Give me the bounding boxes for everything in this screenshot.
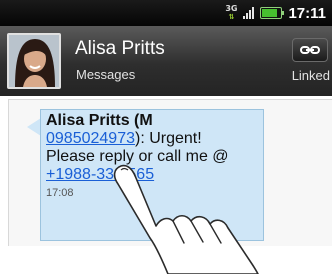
message-sender: Alisa Pritts (M [46,112,153,129]
message-text-part: ): Urgent! [134,130,202,147]
status-icons: 3G ⇅ 17:11 [225,0,332,26]
message-body: Alisa Pritts (M 0985024973): Urgent! Ple… [46,112,257,184]
message-bubble[interactable]: Alisa Pritts (M 0985024973): Urgent! Ple… [40,109,264,241]
header-subtitle: Messages [76,67,136,82]
bubble-tail [27,118,41,136]
contact-name: Alisa Pritts [75,38,165,59]
link-button[interactable] [292,38,328,62]
battery-icon [260,7,285,19]
status-bar: 3G ⇅ 17:11 [0,0,332,26]
avatar-image [9,35,59,87]
status-time: 17:11 [288,4,326,22]
callback-number-link[interactable]: +1988-33 5565 [46,166,154,183]
message-text-line: Please reply or call me @ [46,148,229,165]
conversation-header: Alisa Pritts Messages Linked [0,26,332,96]
network-3g-icon: 3G ⇅ [225,4,238,22]
data-arrows-icon: ⇅ [228,13,235,21]
network-label: 3G [225,4,238,13]
sender-phone-link[interactable]: 0985024973 [46,130,135,147]
message-timestamp: 17:08 [46,187,74,199]
signal-strength-icon [243,7,255,19]
contact-avatar[interactable] [7,33,61,89]
linked-status-label: Linked [291,68,330,83]
link-icon [300,46,320,54]
